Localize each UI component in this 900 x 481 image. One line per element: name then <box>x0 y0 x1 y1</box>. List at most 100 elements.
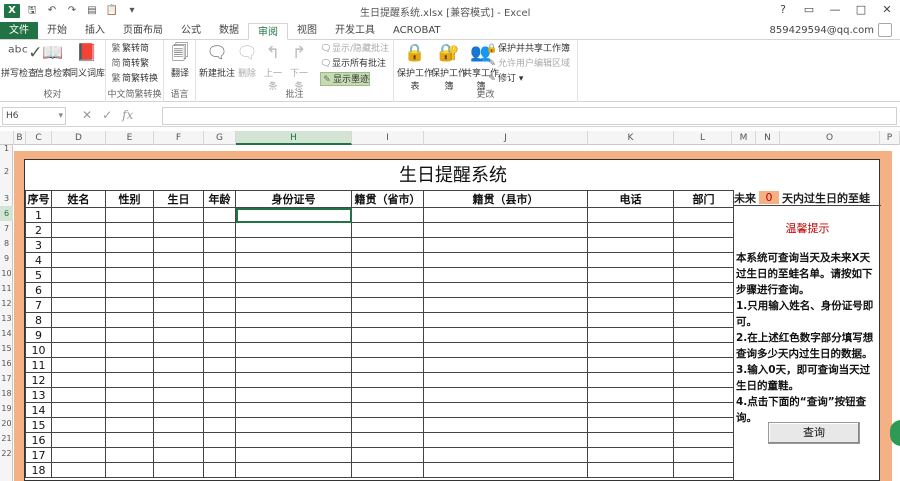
table-cell[interactable] <box>423 372 588 388</box>
table-cell[interactable] <box>153 252 204 268</box>
more-icon[interactable]: ▾ <box>124 4 140 18</box>
column-header-k[interactable]: K <box>588 131 674 145</box>
table-cell[interactable] <box>105 387 154 403</box>
table-cell[interactable] <box>673 357 734 373</box>
table-cell[interactable] <box>351 357 424 373</box>
table-cell[interactable] <box>587 462 674 478</box>
table-cell[interactable] <box>673 417 734 433</box>
table-cell[interactable] <box>51 207 106 223</box>
new-comment-button[interactable]: 🗨 新建批注 <box>198 42 236 86</box>
row-header-10[interactable]: 12 <box>0 296 13 311</box>
row-index-cell[interactable]: 3 <box>25 237 52 253</box>
header-phone[interactable]: 电话 <box>587 190 674 208</box>
table-cell[interactable] <box>105 372 154 388</box>
table-cell[interactable] <box>235 327 352 343</box>
table-cell[interactable] <box>203 432 236 448</box>
table-cell[interactable] <box>51 312 106 328</box>
days-input[interactable]: 0 <box>759 191 779 204</box>
row-header-3[interactable]: 3 <box>0 191 13 206</box>
header-county[interactable]: 籍贯（县市） <box>423 190 588 208</box>
table-cell[interactable] <box>351 267 424 283</box>
table-cell[interactable] <box>423 402 588 418</box>
table-cell[interactable] <box>587 402 674 418</box>
table-cell[interactable] <box>235 282 352 298</box>
table-cell[interactable] <box>153 342 204 358</box>
column-header-m[interactable]: M <box>732 131 756 145</box>
table-cell[interactable] <box>105 267 154 283</box>
next-comment-button[interactable]: ↱ 下一条 <box>286 42 312 92</box>
table-cell[interactable] <box>105 237 154 253</box>
cancel-icon[interactable]: ✕ <box>82 108 92 122</box>
enter-icon[interactable]: ✓ <box>102 108 112 122</box>
table-cell[interactable] <box>153 357 204 373</box>
table-cell[interactable] <box>203 222 236 238</box>
table-cell[interactable] <box>423 237 588 253</box>
prev-comment-button[interactable]: ↰ 上一条 <box>260 42 286 92</box>
table-cell[interactable] <box>51 252 106 268</box>
row-header-5[interactable]: 7 <box>0 221 13 236</box>
table-cell[interactable] <box>105 252 154 268</box>
row-header-4[interactable]: 6 <box>0 206 13 221</box>
table-cell[interactable] <box>51 357 106 373</box>
table-cell[interactable] <box>351 297 424 313</box>
table-cell[interactable] <box>673 282 734 298</box>
chevron-down-icon[interactable]: ▾ <box>58 108 65 124</box>
thesaurus-button[interactable]: 📕 同义词库 <box>68 42 106 86</box>
table-cell[interactable] <box>203 402 236 418</box>
row-index-cell[interactable]: 13 <box>25 387 52 403</box>
table-cell[interactable] <box>153 282 204 298</box>
column-header-b[interactable]: B <box>14 131 26 145</box>
table-cell[interactable] <box>105 462 154 478</box>
table-cell[interactable] <box>351 372 424 388</box>
help-button[interactable]: ? <box>770 0 796 20</box>
column-header-f[interactable]: F <box>154 131 204 145</box>
table-cell[interactable] <box>587 312 674 328</box>
show-hide-comment-button[interactable]: 🗨显示/隐藏批注 <box>320 42 389 56</box>
table-cell[interactable] <box>351 327 424 343</box>
ribbon-display-button[interactable]: ▭ <box>796 0 822 20</box>
row-header-15[interactable]: 17 <box>0 371 13 386</box>
table-cell[interactable] <box>51 222 106 238</box>
table-cell[interactable] <box>235 402 352 418</box>
row-header-17[interactable]: 19 <box>0 401 13 416</box>
table-cell[interactable] <box>587 267 674 283</box>
table-cell[interactable] <box>587 342 674 358</box>
row-header-7[interactable]: 9 <box>0 251 13 266</box>
table-cell[interactable] <box>153 327 204 343</box>
row-header-13[interactable]: 15 <box>0 341 13 356</box>
table-cell[interactable] <box>51 462 106 478</box>
table-cell[interactable] <box>351 417 424 433</box>
table-cell[interactable] <box>351 387 424 403</box>
table-cell[interactable] <box>423 267 588 283</box>
table-cell[interactable] <box>203 417 236 433</box>
table-cell[interactable] <box>153 207 204 223</box>
row-index-cell[interactable]: 8 <box>25 312 52 328</box>
table-cell[interactable] <box>153 372 204 388</box>
table-cell[interactable] <box>587 372 674 388</box>
save-icon[interactable]: 🖫 <box>24 4 40 18</box>
header-province[interactable]: 籍贯（省市） <box>351 190 424 208</box>
table-cell[interactable] <box>673 327 734 343</box>
table-cell[interactable] <box>105 312 154 328</box>
table-cell[interactable] <box>105 327 154 343</box>
table-cell[interactable] <box>423 282 588 298</box>
table-cell[interactable] <box>351 207 424 223</box>
table-cell[interactable] <box>51 237 106 253</box>
close-button[interactable]: ✕ <box>874 0 900 20</box>
table-cell[interactable] <box>153 402 204 418</box>
tab-file[interactable]: 文件 <box>0 22 38 39</box>
table-cell[interactable] <box>153 387 204 403</box>
table-cell[interactable] <box>153 297 204 313</box>
paste-icon[interactable]: 📋 <box>104 4 120 18</box>
table-cell[interactable] <box>203 447 236 463</box>
table-cell[interactable] <box>153 267 204 283</box>
table-cell[interactable] <box>203 282 236 298</box>
table-cell[interactable] <box>423 222 588 238</box>
table-cell[interactable] <box>423 327 588 343</box>
table-cell[interactable] <box>587 417 674 433</box>
column-header-l[interactable]: L <box>674 131 732 145</box>
table-cell[interactable] <box>235 267 352 283</box>
table-cell[interactable] <box>203 327 236 343</box>
table-cell[interactable] <box>203 372 236 388</box>
table-cell[interactable] <box>235 387 352 403</box>
